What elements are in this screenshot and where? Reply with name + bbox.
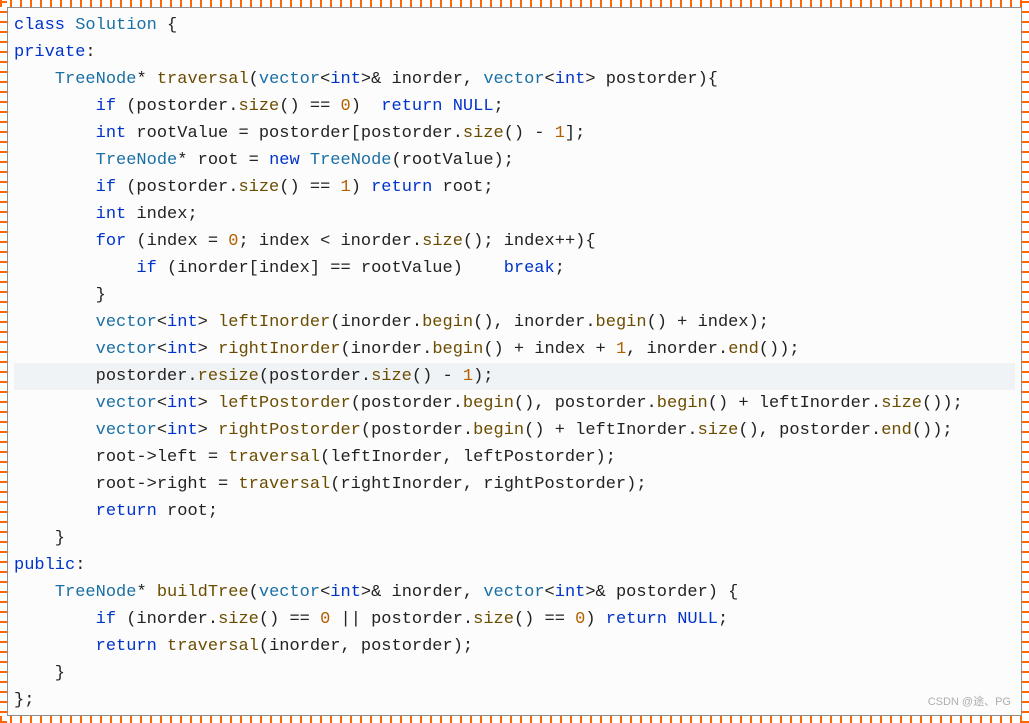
code-block: class Solution { private: TreeNode* trav… [8,8,1021,716]
code-area: class Solution { private: TreeNode* trav… [7,7,1022,716]
code-frame: class Solution { private: TreeNode* trav… [0,0,1029,723]
watermark: CSDN @途、PG [928,693,1011,709]
